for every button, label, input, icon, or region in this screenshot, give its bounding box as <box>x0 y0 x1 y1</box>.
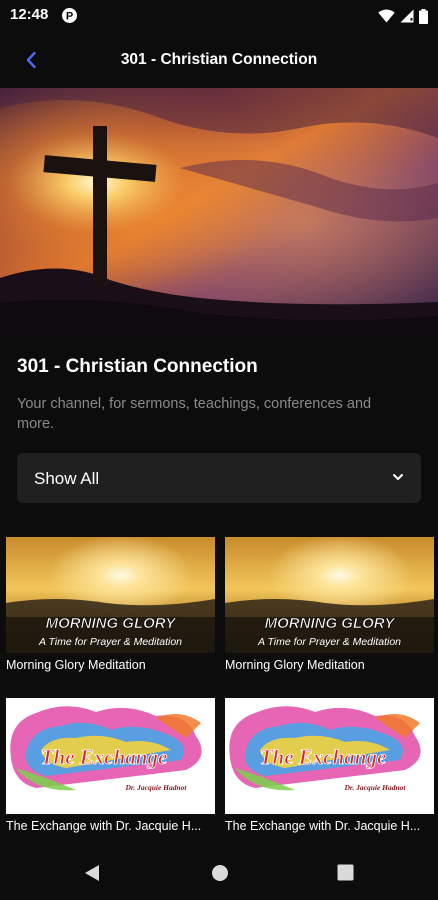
video-title: The Exchange with Dr. Jacquie H... <box>225 819 421 833</box>
svg-text:P: P <box>66 11 73 23</box>
thumb-subheading: Dr. Jacquie Hadnot <box>343 783 406 792</box>
the-exchange-thumbnail: The Exchange Dr. Jacquie Hadnot <box>6 698 215 814</box>
status-icons <box>378 7 428 25</box>
nav-back-icon[interactable] <box>84 864 100 882</box>
status-bar: 12:48 P <box>0 0 438 32</box>
chevron-down-icon <box>393 474 403 480</box>
app-bar: 301 - Christian Connection <box>0 32 438 88</box>
channel-title: 301 - Christian Connection <box>17 356 258 377</box>
filter-dropdown[interactable]: Show All <box>17 453 421 503</box>
thumb-subheading: A Time for Prayer & Meditation <box>257 636 401 648</box>
video-card[interactable]: The Exchange Dr. Jacquie Hadnot The Exch… <box>225 698 434 833</box>
channel-description: Your channel, for sermons, teachings, co… <box>17 396 372 432</box>
video-card[interactable]: The Exchange Dr. Jacquie Hadnot The Exch… <box>6 698 215 833</box>
thumb-subheading: A Time for Prayer & Meditation <box>38 636 182 648</box>
thumb-heading: MORNING GLORY <box>265 615 397 632</box>
video-title: Morning Glory Meditation <box>6 658 146 672</box>
app-badge-icon: P <box>62 8 77 23</box>
status-time: 12:48 <box>10 6 49 23</box>
app-bar-title: 301 - Christian Connection <box>120 51 318 68</box>
hero-image <box>0 88 438 336</box>
filter-selected-value: Show All <box>34 469 100 488</box>
thumb-heading: The Exchange <box>260 745 387 769</box>
nav-home-icon[interactable] <box>211 864 229 882</box>
video-card[interactable]: MORNING GLORY A Time for Prayer & Medita… <box>6 537 215 672</box>
video-title: The Exchange with Dr. Jacquie H... <box>6 819 202 833</box>
video-title: Morning Glory Meditation <box>225 658 365 672</box>
video-card[interactable]: MORNING GLORY A Time for Prayer & Medita… <box>225 537 434 672</box>
thumb-subheading: Dr. Jacquie Hadnot <box>124 783 187 792</box>
the-exchange-thumbnail: The Exchange Dr. Jacquie Hadnot <box>225 698 434 814</box>
thumb-heading: The Exchange <box>41 745 168 769</box>
cell-signal-icon <box>400 9 414 23</box>
wifi-icon <box>378 9 395 23</box>
system-nav-bar <box>0 848 438 900</box>
morning-glory-thumbnail: MORNING GLORY A Time for Prayer & Medita… <box>225 537 434 653</box>
thumb-heading: MORNING GLORY <box>46 615 178 632</box>
nav-recents-icon[interactable] <box>337 864 354 881</box>
morning-glory-thumbnail: MORNING GLORY A Time for Prayer & Medita… <box>6 537 215 653</box>
battery-icon <box>419 8 428 24</box>
